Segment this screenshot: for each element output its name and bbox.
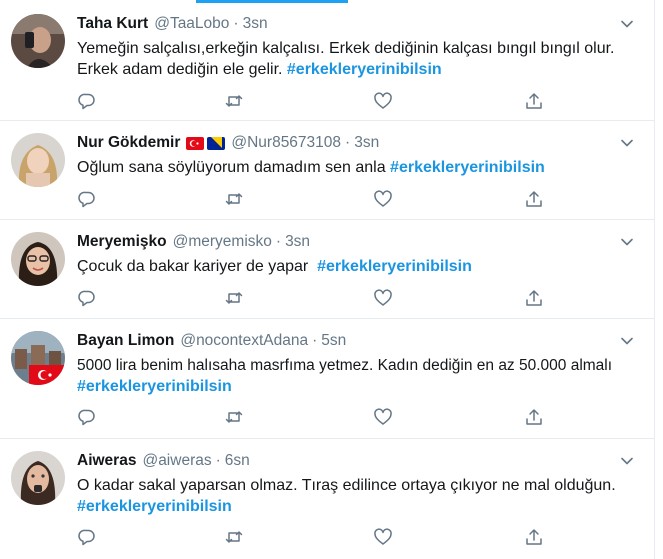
avatar[interactable]	[11, 133, 65, 187]
author-name[interactable]: Meryemişko	[77, 233, 167, 251]
hashtag-link[interactable]: #erkekleryerinibilsin	[317, 258, 472, 275]
like-icon[interactable]	[373, 407, 393, 427]
separator-dot: ·	[345, 134, 351, 151]
avatar-image-icon	[11, 331, 65, 385]
tweet-actions	[77, 407, 547, 427]
like-icon[interactable]	[373, 527, 393, 547]
chevron-down-icon[interactable]	[620, 235, 634, 249]
avatar[interactable]	[11, 14, 65, 68]
like-icon[interactable]	[373, 189, 393, 209]
tweet-text: Yemeğin salçalısı,erkeğin kalçalısı. Erk…	[77, 38, 642, 80]
tweet-text: O kadar sakal yaparsan olmaz. Tıraş edil…	[77, 475, 642, 517]
hashtag-link[interactable]: #erkekleryerinibilsin	[287, 61, 442, 78]
tweet-actions	[77, 527, 547, 547]
retweet-icon[interactable]	[224, 407, 244, 427]
author-name[interactable]: Aiweras	[77, 452, 136, 470]
avatar-image-icon	[11, 14, 65, 68]
chevron-down-icon[interactable]	[620, 454, 634, 468]
like-icon[interactable]	[373, 288, 393, 308]
author-handle[interactable]: @Nur85673108	[231, 134, 341, 152]
share-icon[interactable]	[524, 527, 544, 547]
tweet-text-line: Erkek adam dediğin ele gelir.	[77, 61, 287, 78]
tweet-text-line: Çocuk da bakar kariyer de yapar	[77, 258, 318, 275]
reply-icon[interactable]	[77, 527, 97, 547]
avatar-image-icon	[11, 232, 65, 286]
share-icon[interactable]	[524, 288, 544, 308]
tweet-actions	[77, 91, 547, 111]
author-handle[interactable]: @TaaLobo	[154, 15, 229, 33]
author-handle[interactable]: @aiweras	[142, 452, 211, 470]
reply-icon[interactable]	[77, 288, 97, 308]
reply-icon[interactable]	[77, 91, 97, 111]
hashtag-link[interactable]: #erkekleryerinibilsin	[77, 498, 232, 515]
tweet-timestamp[interactable]: 3sn	[243, 15, 268, 33]
avatar[interactable]	[11, 451, 65, 505]
tweet-text-line: O kadar sakal yaparsan olmaz. Tıraş edil…	[77, 477, 616, 494]
avatar[interactable]	[11, 232, 65, 286]
hashtag-link[interactable]: #erkekleryerinibilsin	[390, 159, 545, 176]
tweet[interactable]: Meryemişko @meryemisko · 3sn Çocuk da ba…	[0, 220, 654, 319]
tweet-timestamp[interactable]: 6sn	[225, 452, 250, 470]
tweet[interactable]: Taha Kurt @TaaLobo · 3sn Yemeğin salçalı…	[0, 0, 654, 121]
tweet[interactable]: Bayan Limon @nocontextAdana · 5sn 5000 l…	[0, 319, 654, 439]
chevron-down-icon[interactable]	[620, 334, 634, 348]
tweet-text: 5000 lira benim halısaha masrfıma yetmez…	[77, 355, 642, 397]
tweet-text-line: 5000 lira benim halısaha masrfıma yetmez…	[77, 357, 613, 374]
avatar[interactable]	[11, 331, 65, 385]
timeline-border	[654, 0, 655, 559]
retweet-icon[interactable]	[224, 189, 244, 209]
tweet-text-line: Oğlum sana söylüyorum damadım sen anla	[77, 159, 391, 176]
reply-icon[interactable]	[77, 189, 97, 209]
share-icon[interactable]	[524, 189, 544, 209]
author-name[interactable]: Bayan Limon	[77, 332, 174, 350]
hashtag-link[interactable]: #erkekleryerinibilsin	[77, 378, 232, 395]
timeline: Taha Kurt @TaaLobo · 3sn Yemeğin salçalı…	[0, 0, 654, 559]
author-handle[interactable]: @nocontextAdana	[180, 332, 308, 350]
tweet-text-line: Yemeğin salçalısı,erkeğin kalçalısı. Erk…	[77, 40, 615, 57]
separator-dot: ·	[275, 233, 282, 250]
author-handle[interactable]: @meryemisko	[173, 233, 272, 251]
chevron-down-icon[interactable]	[620, 136, 634, 150]
share-icon[interactable]	[524, 407, 544, 427]
tweet-timestamp[interactable]: 5sn	[321, 332, 346, 350]
separator-dot: ·	[215, 452, 221, 469]
retweet-icon[interactable]	[224, 288, 244, 308]
author-name[interactable]: Nur Gökdemir	[77, 134, 180, 152]
like-icon[interactable]	[373, 91, 393, 111]
reply-icon[interactable]	[77, 407, 97, 427]
tweet-timestamp[interactable]: 3sn	[354, 134, 379, 152]
retweet-icon[interactable]	[224, 527, 244, 547]
separator-dot: ·	[312, 332, 318, 349]
separator-dot: ·	[233, 15, 239, 32]
avatar-image-icon	[11, 451, 65, 505]
share-icon[interactable]	[524, 91, 544, 111]
tweet-actions	[77, 189, 547, 209]
tweet[interactable]: Nur Gökdemir @Nur85673108 · 3sn Oğlum sa…	[0, 121, 654, 220]
retweet-icon[interactable]	[224, 91, 244, 111]
bosnia-flag-icon	[207, 136, 226, 150]
tweet-text: Çocuk da bakar kariyer de yapar #erkekle…	[77, 256, 642, 277]
avatar-image-icon	[11, 133, 65, 187]
tweet-text: Oğlum sana söylüyorum damadım sen anla #…	[77, 157, 642, 178]
tweet[interactable]: Aiweras @aiweras · 6sn O kadar sakal yap…	[0, 439, 654, 559]
name-emoji-flags	[186, 136, 226, 150]
tweet-timestamp[interactable]: 3sn	[285, 233, 310, 251]
turkey-flag-icon	[186, 136, 205, 150]
chevron-down-icon[interactable]	[620, 17, 634, 31]
author-name[interactable]: Taha Kurt	[77, 15, 148, 33]
tweet-actions	[77, 288, 547, 308]
